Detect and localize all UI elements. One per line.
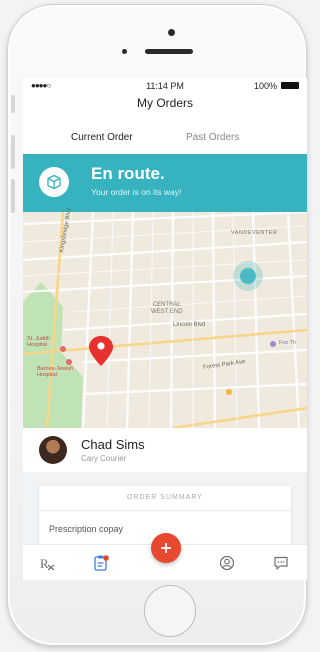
summary-item-label: Prescription copay [49, 524, 124, 534]
hospital-poi-icon-2 [66, 359, 72, 365]
order-tabs: Current Order Past Orders [23, 128, 307, 154]
add-button[interactable] [151, 533, 181, 563]
mute-switch [11, 95, 15, 113]
volume-down-button [11, 179, 15, 213]
page-title: My Orders [136, 96, 193, 110]
driver-location-icon [240, 268, 256, 284]
account-icon[interactable] [217, 553, 237, 573]
map-label-hospital: St. Judith Hospital [27, 336, 50, 348]
proximity-sensor [122, 49, 127, 54]
home-button[interactable] [144, 585, 196, 637]
front-camera [168, 29, 175, 36]
app-screen: ●●●●○ 11:14 PM 100% My Orders Current Or… [23, 78, 307, 580]
status-banner: En route. Your order is on its way! [23, 154, 307, 212]
avatar [39, 436, 67, 464]
delivery-map[interactable]: Kingsbridge Blvd CENTRAL WEST END Lincol… [23, 208, 307, 430]
theatre-poi-icon [270, 341, 276, 347]
map-label-park: Barnes-Jewish Hospital [37, 366, 74, 378]
battery-percent: 100% [253, 81, 277, 91]
volume-up-button [11, 135, 15, 169]
map-label-poi: Fox Th [279, 340, 297, 346]
tab-current-order[interactable]: Current Order [71, 132, 133, 143]
driver-card[interactable]: Chad Sims Cary Courier [23, 428, 307, 473]
rx-icon[interactable]: R [37, 553, 57, 573]
package-icon [39, 167, 69, 197]
status-bar: ●●●●○ 11:14 PM 100% [23, 78, 307, 94]
bottom-nav: R [23, 533, 307, 580]
add-icon [161, 543, 171, 553]
banner-headline: En route. [91, 164, 165, 183]
summary-header: ORDER SUMMARY [127, 494, 203, 501]
banner-subtext: Your order is on its way! [91, 187, 182, 197]
map-label-district: CENTRAL WEST END [151, 302, 183, 315]
poi-marker [226, 389, 232, 395]
svg-text:R: R [40, 556, 49, 571]
earpiece-speaker [145, 49, 193, 54]
summary-divider [39, 510, 291, 511]
driver-role: Cary Courier [81, 454, 127, 463]
battery-icon [281, 82, 299, 89]
clipboard-icon[interactable] [91, 553, 111, 573]
map-label-lincoln: Lincoln Blvd [173, 322, 206, 328]
chat-icon[interactable] [271, 553, 291, 573]
driver-name: Chad Sims [81, 437, 145, 452]
tab-past-orders[interactable]: Past Orders [186, 132, 239, 143]
map-label-vandeventer: VANDEVENTER [231, 230, 278, 236]
